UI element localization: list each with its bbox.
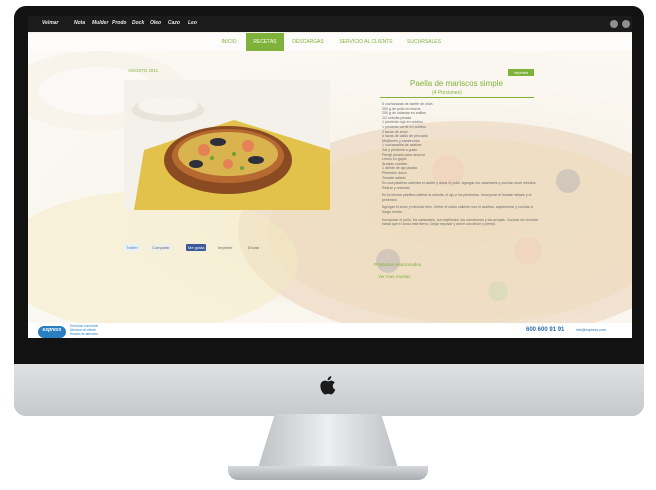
brand-link[interactable]: Mulder — [92, 20, 108, 26]
brand-link[interactable]: Oleo — [150, 20, 161, 26]
step-paragraph: Agregar el arroz y mezclar bien. Verter … — [382, 205, 533, 214]
brand-link[interactable]: Cazo — [168, 20, 180, 26]
brand-link[interactable]: Prodo — [112, 20, 126, 26]
close-icon[interactable] — [622, 20, 630, 28]
nav-descargas[interactable]: DESCARGAS — [288, 33, 328, 51]
step-paragraph: Incorporar el pollo, los calamares, los … — [382, 217, 539, 227]
recipe-portions: (4 Porciones) — [432, 90, 462, 96]
paella-photo-illustration — [124, 80, 330, 210]
step-paragraph: En una paellera calentar el aceite y dor… — [382, 181, 537, 190]
monitor-stand — [258, 414, 398, 468]
nav-inicio[interactable]: INICIO — [214, 33, 244, 51]
recipe-date: AGOSTO 2011 — [128, 68, 159, 73]
brands-bar: Velmar Nota Mulder Prodo Dock Oleo Cazo … — [28, 16, 632, 32]
share-bar: Twitter Compartir Me gusta Imprimir Envi… — [124, 244, 334, 252]
express-logo[interactable]: express — [38, 326, 66, 338]
site-footer: express Direccion comercial Atencion al … — [28, 323, 632, 338]
brand-link[interactable]: Velmar — [42, 20, 59, 26]
print-button[interactable]: Imprimir — [508, 69, 534, 76]
title-divider — [380, 97, 534, 98]
recipe-photo — [124, 80, 330, 210]
preparation-steps: En una paellera calentar el aceite y dor… — [382, 181, 542, 227]
brand-link[interactable]: Leo — [188, 20, 197, 26]
settings-icon[interactable] — [610, 20, 618, 28]
apple-logo-icon — [320, 376, 336, 395]
twitter-share-button[interactable]: Twitter — [124, 244, 140, 251]
facebook-like-button[interactable]: Me gusta — [186, 244, 207, 251]
footer-info-line: Horario de atencion — [70, 331, 98, 336]
step-paragraph: En la misma paellera saltear la cebolla,… — [382, 193, 532, 202]
phone-number[interactable]: 600 600 91 91 — [526, 327, 564, 333]
nav-recetas[interactable]: RECETAS — [246, 33, 284, 51]
screen: Velmar Nota Mulder Prodo Dock Oleo Cazo … — [28, 16, 632, 338]
ingredient-item: Tomate rallado — [382, 175, 406, 180]
recipe-title: Paella de mariscos simple — [410, 79, 503, 88]
send-link[interactable]: Enviar — [246, 244, 261, 251]
main-nav: INICIO RECETAS DESCARGAS SERVICIO AL CLI… — [28, 33, 632, 51]
ingredients-list: 5 cucharadas de aceite de oliva 300 g de… — [382, 102, 542, 180]
print-link[interactable]: Imprimir — [216, 244, 234, 251]
share-button[interactable]: Compartir — [150, 244, 172, 251]
related-products-link[interactable]: Productos relacionados — [374, 262, 421, 267]
brand-link[interactable]: Nota — [74, 20, 85, 26]
monitor-base — [228, 466, 428, 480]
nav-sucursales[interactable]: SUCURSALES — [402, 33, 446, 51]
more-recipes-link[interactable]: Ver mas recetas — [378, 274, 411, 279]
email-link[interactable]: info@express.com — [576, 328, 606, 332]
brand-link[interactable]: Dock — [132, 20, 144, 26]
nav-servicio-al-cliente[interactable]: SERVICIO AL CLIENTE — [334, 33, 398, 51]
footer-info: Direccion comercial Atencion al cliente … — [70, 324, 98, 336]
